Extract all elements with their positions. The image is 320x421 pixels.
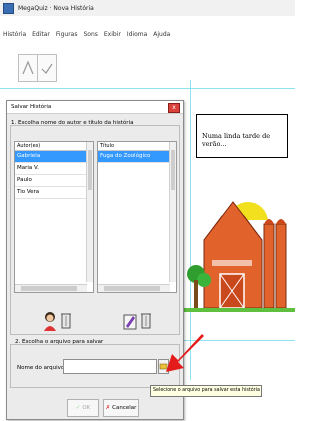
- ok-button[interactable]: ✓ OK: [67, 399, 99, 417]
- list-item[interactable]: Paulo: [15, 175, 93, 187]
- menu-ajuda[interactable]: Ajuda: [153, 31, 170, 38]
- person-icon: [44, 312, 56, 331]
- titles-list[interactable]: Título Fuga do Zoológico: [97, 141, 177, 293]
- author-title-group: Autor(es) Gabriela Maria V. Paulo Tio Ve…: [10, 125, 180, 335]
- list-item[interactable]: Maria V.: [15, 163, 93, 175]
- titles-header: Título: [98, 142, 176, 151]
- list-item[interactable]: Tio Vera: [15, 187, 93, 199]
- save-story-dialog: Salvar História x 1. Escolha nome do aut…: [6, 100, 184, 420]
- menu-idioma[interactable]: Idioma: [127, 31, 147, 38]
- titles-vertical-scrollbar[interactable]: [169, 142, 176, 282]
- menu-figuras[interactable]: Figuras: [56, 31, 78, 38]
- toolbar: [0, 48, 295, 88]
- dialog-title: Salvar História: [11, 104, 52, 110]
- toolbar-check-button[interactable]: [37, 54, 57, 82]
- list-item[interactable]: Gabriela: [15, 151, 93, 163]
- check-icon: [41, 63, 53, 74]
- add-author-button[interactable]: [43, 311, 57, 333]
- dialog-title-bar: Salvar História x: [7, 101, 183, 114]
- menu-editar[interactable]: Editar: [32, 31, 50, 38]
- delete-title-button[interactable]: [141, 311, 151, 331]
- menu-exibir[interactable]: Exibir: [104, 31, 121, 38]
- menu-sons[interactable]: Sons: [83, 31, 97, 38]
- app-window: MegaQuiz · Nova História História Editar…: [0, 0, 295, 421]
- close-button[interactable]: x: [168, 103, 180, 113]
- ok-label: OK: [82, 405, 91, 411]
- authors-list[interactable]: Autor(es) Gabriela Maria V. Paulo Tio Ve…: [14, 141, 94, 293]
- title-bar: MegaQuiz · Nova História: [0, 0, 295, 16]
- delete-author-button[interactable]: [61, 311, 71, 331]
- authors-header: Autor(es): [15, 142, 93, 151]
- app-icon: [3, 2, 14, 14]
- story-text-box[interactable]: Numa linda tarde de verão...: [196, 114, 288, 158]
- cancel-label: Cancelar: [112, 405, 137, 411]
- red-arrow-icon: [166, 334, 204, 372]
- story-text: Numa linda tarde de verão...: [202, 132, 271, 148]
- farm-illustration: [182, 201, 295, 312]
- browse-tooltip: Selecione o arquivo para salvar esta his…: [150, 385, 262, 397]
- file-name-label: Nome do arquivo: [17, 365, 65, 371]
- pencil-icon: [123, 314, 137, 330]
- tool-icon: [22, 60, 34, 75]
- authors-horizontal-scrollbar[interactable]: [15, 284, 87, 292]
- file-name-input[interactable]: [63, 359, 157, 374]
- cancel-x-icon: ✗: [105, 405, 111, 411]
- page-guide-line: [0, 88, 295, 89]
- cancel-button[interactable]: ✗ Cancelar: [103, 399, 139, 417]
- list-item[interactable]: Fuga do Zoológico: [98, 151, 176, 163]
- window-title: MegaQuiz · Nova História: [18, 4, 94, 12]
- menu-historia[interactable]: História: [3, 31, 26, 38]
- check-icon: ✓: [75, 405, 81, 411]
- menu-bar: História Editar Figuras Sons Exibir Idio…: [0, 28, 295, 40]
- toolbar-tool-button[interactable]: [18, 54, 38, 82]
- add-title-button[interactable]: [123, 311, 137, 333]
- authors-vertical-scrollbar[interactable]: [86, 142, 93, 282]
- titles-horizontal-scrollbar[interactable]: [98, 284, 170, 292]
- trash-icon: [141, 313, 151, 329]
- trash-icon: [61, 313, 71, 329]
